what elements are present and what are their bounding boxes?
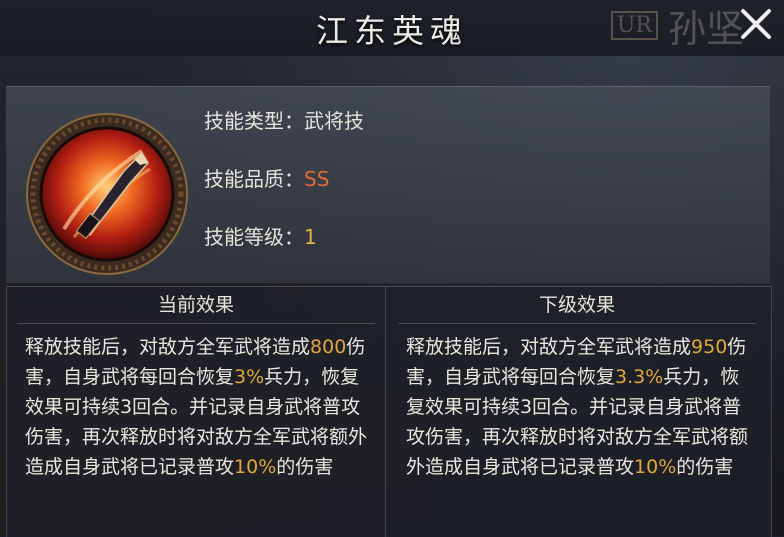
skill-quality-value: SS [304,167,330,191]
extra-damage-percent: 10% [234,456,277,478]
page-title: 江东英魂 [315,12,468,50]
skill-level-label: 技能等级： [204,225,304,249]
skill-info-panel: 技能类型：武将技 技能品质：SS 技能等级：1 [6,86,770,283]
skill-type-label: 技能类型： [204,109,304,133]
text-segment: 释放技能后，对敌方全军武将造成 [25,336,311,358]
next-effect-header: 下级效果 [398,287,756,324]
text-segment: 释放技能后，对敌方全军武将造成 [406,336,692,358]
current-effect-header: 当前效果 [17,287,375,324]
skill-level-value: 1 [304,225,317,249]
skill-type-value: 武将技 [304,109,364,133]
current-effect-column[interactable]: 当前效果 释放技能后，对敌方全军武将造成800伤害，自身武将每回合恢复3%兵力，… [7,287,386,537]
flaming-spear-icon [26,113,188,275]
heal-percent: 3% [234,366,265,388]
close-icon [741,9,771,39]
close-button[interactable] [736,4,776,44]
title-bar: UR 孙坚 江东英魂 [0,0,784,56]
skill-type-row: 技能类型：武将技 [204,105,364,134]
effects-panel: 当前效果 释放技能后，对敌方全军武将造成800伤害，自身武将每回合恢复3%兵力，… [6,286,772,537]
skill-quality-row: 技能品质：SS [204,163,329,192]
next-effect-column[interactable]: 下级效果 释放技能后，对敌方全军武将造成950伤害，自身武将每回合恢复3.3%兵… [388,287,766,537]
damage-value: 800 [310,336,347,358]
damage-value: 950 [691,336,728,358]
text-segment: 的伤害 [676,456,734,478]
heal-percent: 3.3% [615,366,664,388]
extra-damage-percent: 10% [634,456,677,478]
current-effect-text: 释放技能后，对敌方全军武将造成800伤害，自身武将每回合恢复3%兵力，恢复效果可… [7,324,385,482]
skill-quality-label: 技能品质： [204,167,304,191]
skill-level-row: 技能等级：1 [204,221,317,250]
text-segment: 的伤害 [276,456,334,478]
next-effect-text: 释放技能后，对敌方全军武将造成950伤害，自身武将每回合恢复3.3%兵力，恢复效… [388,324,766,482]
